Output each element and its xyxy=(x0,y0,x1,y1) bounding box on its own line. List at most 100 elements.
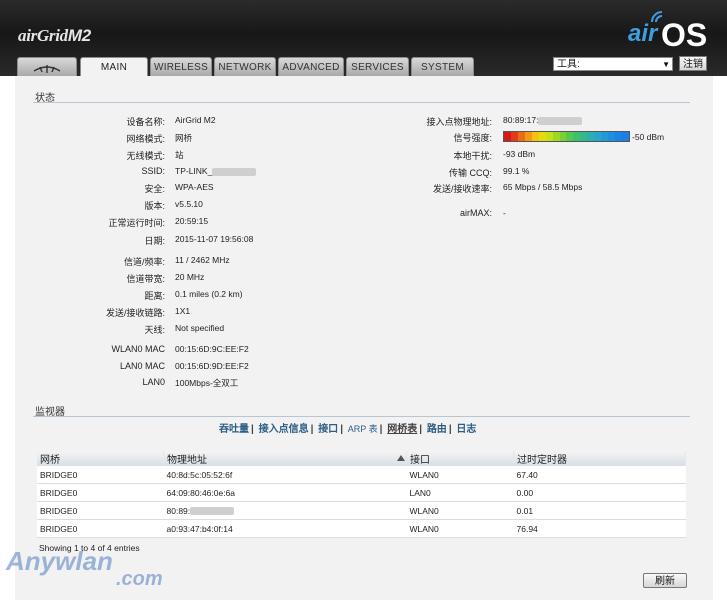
monitor-links: 吞吐量 | 接入点信息 | 接口 | ARP 表 | 网桥表 | 路由 | 日志 xyxy=(219,424,477,435)
network-mode-value: 网桥 xyxy=(175,133,193,143)
signal-segment xyxy=(580,132,588,141)
cell-timer: 0.00 xyxy=(513,483,686,502)
uptime-value: 20:59:15 xyxy=(175,216,209,226)
link-interfaces[interactable]: 接口 xyxy=(318,424,338,435)
signal-segment xyxy=(566,132,574,141)
airos-logo: air OS xyxy=(624,11,714,53)
table-row: BRIDGE0 64:09:80:46:0e:6a LAN0 0.00 xyxy=(37,483,686,502)
link-arp-table[interactable]: ARP 表 xyxy=(348,424,378,434)
ap-mac-value: 80:89:17: xyxy=(503,115,583,125)
tab-advanced[interactable]: ADVANCED xyxy=(278,57,344,76)
cell-timer: 76.94 xyxy=(513,519,686,538)
cell-timer: 67.40 xyxy=(513,466,686,484)
distance-label: 距离: xyxy=(144,291,165,301)
device-name-label: 设备名称: xyxy=(126,117,165,127)
monitor-divider xyxy=(33,416,690,417)
wlan0-mac-value: 00:15:6D:9C:EE:F2 xyxy=(175,344,249,354)
channel-width-label: 信道带宽: xyxy=(126,274,165,284)
noise-floor-value: -93 dBm xyxy=(503,149,536,159)
cell-mac: 40:8d:5c:05:52:6f xyxy=(163,466,407,484)
cell-mac: a0:93:47:b4:0f:14 xyxy=(163,519,407,538)
tab-ubnt-logo[interactable] xyxy=(17,57,77,76)
security-label: 安全: xyxy=(144,184,165,194)
col-bridge[interactable]: 网桥 xyxy=(37,451,164,466)
noise-floor-label: 本地干扰: xyxy=(453,151,492,161)
cell-bridge: BRIDGE0 xyxy=(37,519,164,538)
link-log[interactable]: 日志 xyxy=(456,424,476,435)
channel-frequency-value: 11 / 2462 MHz xyxy=(175,255,230,265)
signal-strength-label: 信号强度: xyxy=(453,133,492,143)
channel-width-value: 20 MHz xyxy=(175,272,205,282)
watermark: Anywlan .com xyxy=(6,546,163,590)
signal-segment xyxy=(510,132,518,141)
status-divider xyxy=(33,102,690,103)
signal-segment xyxy=(601,132,609,141)
tab-wireless[interactable]: WIRELESS xyxy=(150,57,212,76)
signal-segment xyxy=(538,132,546,141)
signal-segment xyxy=(615,132,622,141)
cell-interface: LAN0 xyxy=(406,483,514,502)
refresh-button[interactable]: 刷新 xyxy=(643,573,687,588)
signal-segment xyxy=(608,132,615,141)
distance-value: 0.1 miles (0.2 km) xyxy=(175,289,243,299)
tab-main[interactable]: MAIN xyxy=(80,57,148,77)
tx-rx-chains-value: 1X1 xyxy=(175,306,191,316)
col-mac[interactable]: 物理地址 xyxy=(163,451,407,466)
signal-segment xyxy=(573,132,581,141)
signal-segment xyxy=(552,132,560,141)
link-bridge-table[interactable]: 网桥表 xyxy=(387,424,417,435)
cell-interface: WLAN0 xyxy=(406,519,514,538)
signal-segment xyxy=(531,132,539,141)
uptime-label: 正常运行时间: xyxy=(108,218,165,228)
link-routes[interactable]: 路由 xyxy=(427,424,447,435)
cell-timer: 0.01 xyxy=(513,501,686,520)
col-ageing-timer[interactable]: 过时定时器 xyxy=(513,451,686,466)
tab-services[interactable]: SERVICES xyxy=(346,57,409,76)
bridge-table: 网桥 物理地址 接口 过时定时器 BRIDGE0 40:8d:5c:05:52:… xyxy=(37,451,686,538)
link-ap-info[interactable]: 接入点信息 xyxy=(259,424,309,435)
col-interface[interactable]: 接口 xyxy=(406,451,514,466)
security-value: WPA-AES xyxy=(175,182,214,192)
wlan0-mac-label: WLAN0 MAC xyxy=(111,344,165,354)
network-mode-label: 网络模式: xyxy=(126,134,165,144)
table-row: BRIDGE0 40:8d:5c:05:52:6f WLAN0 67.40 xyxy=(37,466,686,484)
tx-rx-rate-value: 65 Mbps / 58.5 Mbps xyxy=(503,182,583,192)
tools-select[interactable]: 工具: ▼ xyxy=(553,57,673,71)
header-bar: airGridM2 air OS 工具: ▼ 注销 MAIN WIRELESS … xyxy=(0,0,727,77)
version-value: v5.5.10 xyxy=(175,199,203,209)
link-throughput[interactable]: 吞吐量 xyxy=(219,424,249,435)
signal-segment xyxy=(517,132,525,141)
cell-mac: 64:09:80:46:0e:6a xyxy=(163,483,407,502)
cell-mac: 80:89: xyxy=(163,501,407,520)
signal-segment xyxy=(504,132,511,141)
cell-bridge: BRIDGE0 xyxy=(37,501,164,520)
redacted-blur xyxy=(190,507,235,516)
antenna-value: Not specified xyxy=(175,323,225,333)
ubnt-logo-icon xyxy=(33,65,61,73)
logout-button[interactable]: 注销 xyxy=(679,56,707,71)
tab-system[interactable]: SYSTEM xyxy=(411,57,474,76)
table-row: BRIDGE0 a0:93:47:b4:0f:14 WLAN0 76.94 xyxy=(37,519,686,538)
version-label: 版本: xyxy=(144,201,165,211)
wireless-mode-label: 无线模式: xyxy=(126,151,165,161)
ccq-label: 传输 CCQ: xyxy=(448,168,492,178)
cell-bridge: BRIDGE0 xyxy=(37,483,164,502)
antenna-label: 天线: xyxy=(144,325,165,335)
channel-frequency-label: 信道/频率: xyxy=(123,257,165,267)
table-row: BRIDGE0 80:89: WLAN0 0.01 xyxy=(37,501,686,520)
signal-segment xyxy=(545,132,553,141)
chevron-down-icon: ▼ xyxy=(662,60,670,69)
tab-network[interactable]: NETWORK xyxy=(214,57,276,76)
airgrid-logo: airGridM2 xyxy=(18,26,91,45)
airmax-value: - xyxy=(503,208,506,218)
date-label: 日期: xyxy=(144,236,165,246)
cell-interface: WLAN0 xyxy=(406,466,514,484)
airmax-label: airMAX: xyxy=(459,208,492,218)
tx-rx-chains-label: 发送/接收链路: xyxy=(105,308,165,318)
redacted-blur xyxy=(538,116,583,125)
signal-segment xyxy=(587,132,595,141)
signal-strength-bar xyxy=(503,131,630,142)
lan0-value: 100Mbps-全双工 xyxy=(175,378,239,388)
tx-rx-rate-label: 发送/接收速率: xyxy=(432,184,492,194)
ap-mac-label: 接入点物理地址: xyxy=(426,117,492,127)
